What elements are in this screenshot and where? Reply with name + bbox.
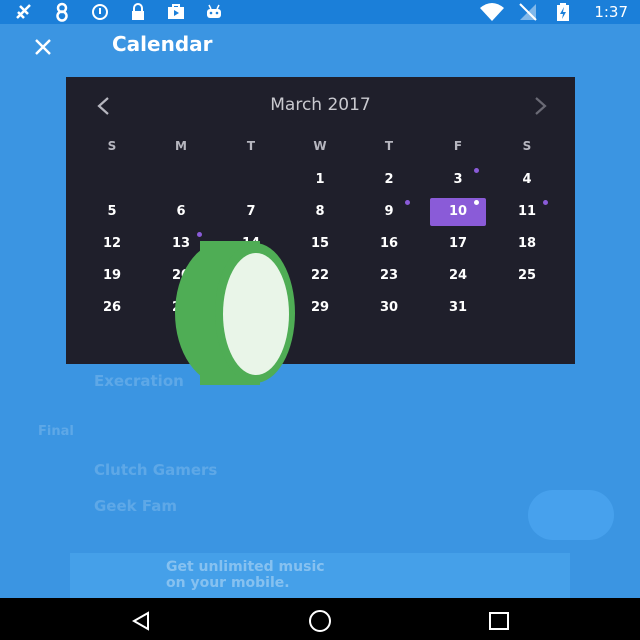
calendar-header: March 2017 <box>66 77 575 133</box>
day-12[interactable]: 12 <box>84 230 140 258</box>
day-23[interactable]: 23 <box>361 262 417 290</box>
battery-icon <box>556 2 576 22</box>
signal-icon <box>518 2 538 22</box>
ad-text: Get unlimited music on your mobile. <box>166 559 325 591</box>
eight-icon <box>52 2 72 22</box>
day-7[interactable]: 7 <box>223 198 279 226</box>
day-19[interactable]: 19 <box>84 262 140 290</box>
android-icon <box>204 2 224 22</box>
weekday-tue: T <box>246 139 256 153</box>
event-dot-10 <box>474 200 479 205</box>
month-label: March 2017 <box>270 95 371 115</box>
ad-banner[interactable]: Get unlimited music on your mobile. <box>70 553 570 598</box>
day-6[interactable]: 6 <box>153 198 209 226</box>
day-17[interactable]: 17 <box>430 230 486 258</box>
day-26[interactable]: 26 <box>84 294 140 322</box>
weekday-sun: S <box>107 139 117 153</box>
recents-icon[interactable] <box>488 610 510 632</box>
satellite-icon <box>14 2 34 22</box>
back-icon[interactable] <box>130 610 152 632</box>
event-dot-9 <box>405 200 410 205</box>
bg-section-final: Final <box>38 424 74 439</box>
chevron-right-icon[interactable] <box>528 95 552 117</box>
day-16[interactable]: 16 <box>361 230 417 258</box>
day-31[interactable]: 31 <box>430 294 486 322</box>
page-title: Calendar <box>112 32 213 56</box>
event-dot-3 <box>474 168 479 173</box>
close-icon[interactable] <box>30 34 56 60</box>
lock-icon <box>128 2 148 22</box>
weekday-sat: S <box>522 139 532 153</box>
day-8[interactable]: 8 <box>292 198 348 226</box>
weekday-wed: W <box>313 139 327 153</box>
bg-row-clutch-gamers: Clutch Gamers <box>94 461 218 479</box>
calendar-dialog: March 2017 S M T W T F S 1 2 3 4 5 6 7 8… <box>66 77 575 364</box>
day-29[interactable]: 29 <box>292 294 348 322</box>
day-1[interactable]: 1 <box>292 166 348 194</box>
status-time: 1:37 <box>594 3 628 21</box>
weekday-thu: T <box>384 139 394 153</box>
app-bar: Calendar <box>0 24 640 70</box>
wifi-icon <box>480 2 505 22</box>
status-bar: 1:37 <box>0 0 640 24</box>
calendar-fab[interactable] <box>528 490 614 540</box>
alert-icon <box>90 2 110 22</box>
day-15[interactable]: 15 <box>292 230 348 258</box>
day-30[interactable]: 30 <box>361 294 417 322</box>
day-4[interactable]: 4 <box>499 166 555 194</box>
day-2[interactable]: 2 <box>361 166 417 194</box>
event-dot-11 <box>543 200 548 205</box>
day-18[interactable]: 18 <box>499 230 555 258</box>
bg-row-geek-fam: Geek Fam <box>94 497 177 515</box>
day-24[interactable]: 24 <box>430 262 486 290</box>
day-25[interactable]: 25 <box>499 262 555 290</box>
weekday-fri: F <box>453 139 463 153</box>
day-22[interactable]: 22 <box>292 262 348 290</box>
day-5[interactable]: 5 <box>84 198 140 226</box>
tape-roll-image <box>175 241 295 385</box>
event-dot-13 <box>197 232 202 237</box>
weekday-mon: M <box>175 139 187 153</box>
home-icon[interactable] <box>307 610 331 632</box>
play-store-icon <box>166 2 186 22</box>
navigation-bar <box>0 598 640 640</box>
